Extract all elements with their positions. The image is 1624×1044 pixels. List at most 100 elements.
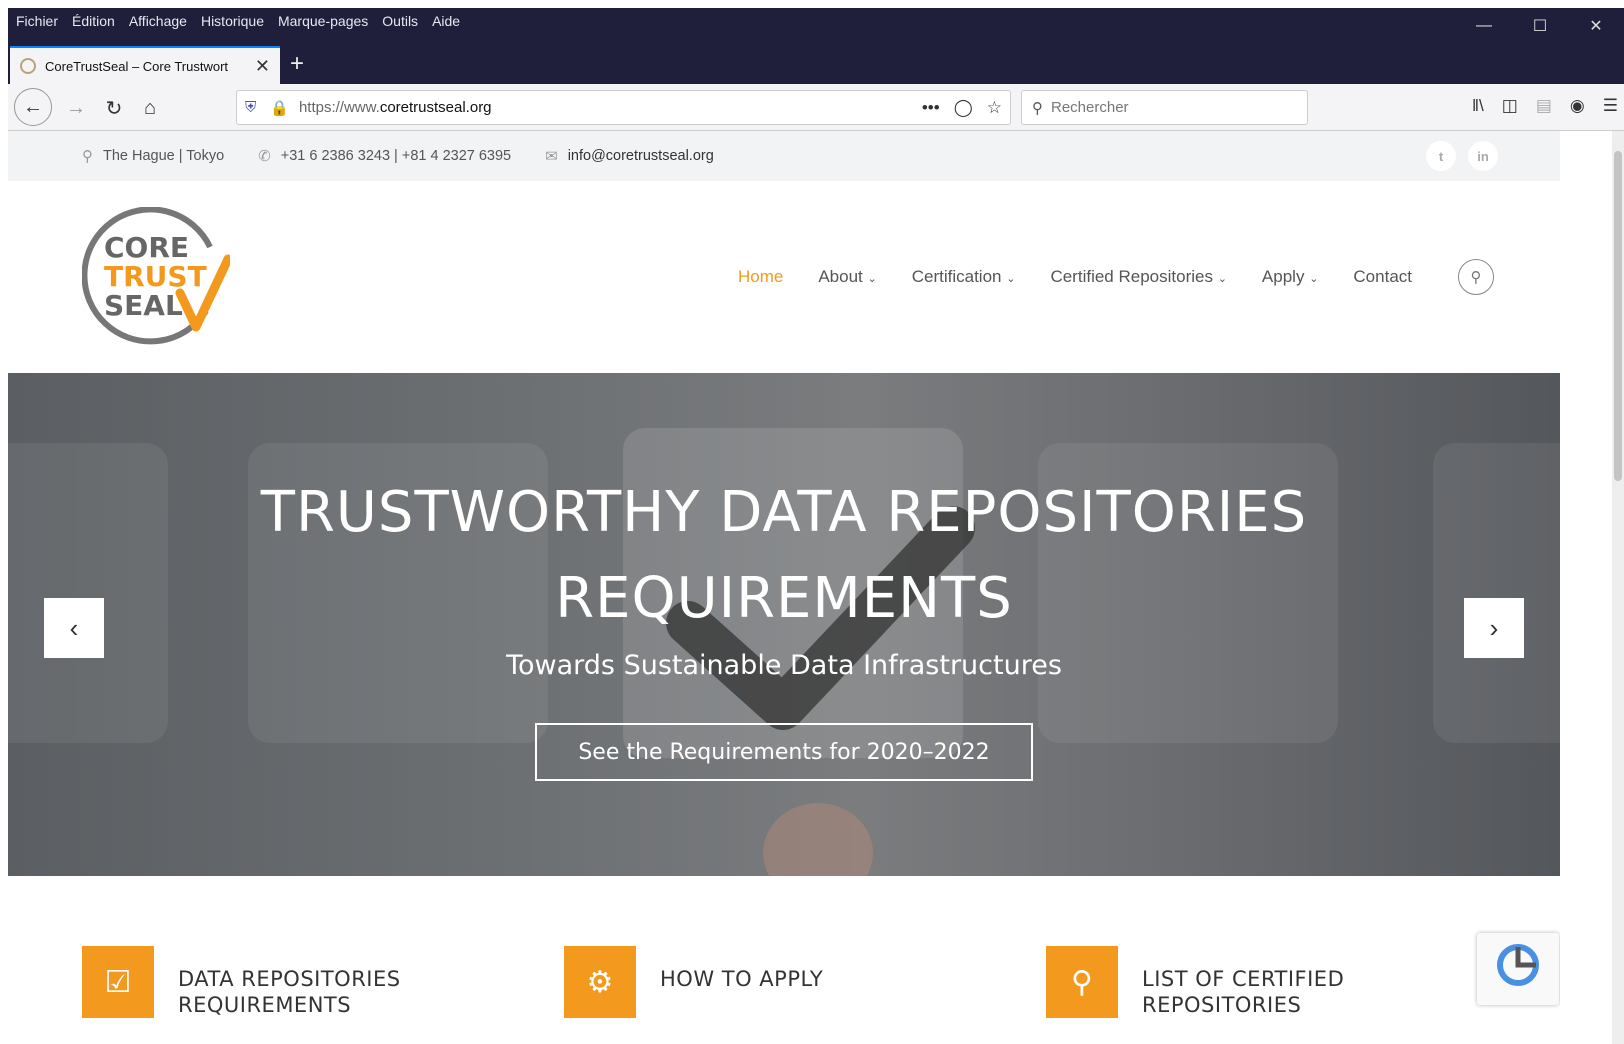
checkbox-icon: ☑ xyxy=(82,946,154,1018)
feature-title: LIST OF CERTIFIED REPOSITORIES xyxy=(1142,966,1402,1018)
browser-window: Fichier Édition Affichage Historique Mar… xyxy=(8,8,1624,1044)
chevron-down-icon: ⌄ xyxy=(1006,273,1016,285)
social-links: t in xyxy=(1426,141,1498,171)
back-arrow-icon[interactable]: ← xyxy=(14,88,52,126)
slider-next-button[interactable]: › xyxy=(1464,598,1524,658)
twitter-icon[interactable]: t xyxy=(1426,141,1456,171)
page-scrollbar[interactable] xyxy=(1612,131,1624,1044)
chevron-down-icon: ⌄ xyxy=(1309,273,1319,285)
account-icon[interactable]: ◉ xyxy=(1570,96,1585,116)
browser-search-bar[interactable]: ⚲ Rechercher xyxy=(1021,90,1308,125)
url-domain: coretrustseal.org xyxy=(379,99,492,116)
chevron-down-icon: ⌄ xyxy=(1217,273,1227,285)
feature-how-to-apply[interactable]: ⚙ HOW TO APPLY xyxy=(564,946,920,1018)
phone-icon: ✆ xyxy=(258,148,271,165)
browser-search-placeholder: Rechercher xyxy=(1051,99,1129,116)
hero-slider: TRUSTWORTHY DATA REPOSITORIES REQUIREMEN… xyxy=(8,373,1560,876)
menu-marque-pages[interactable]: Marque-pages xyxy=(278,13,368,29)
browser-titlebar: Fichier Édition Affichage Historique Mar… xyxy=(8,8,1624,84)
menu-edition[interactable]: Édition xyxy=(72,13,115,29)
map-pin-icon: ⚲ xyxy=(1046,946,1118,1018)
email-text[interactable]: info@coretrustseal.org xyxy=(568,148,714,164)
coretrustseal-logo[interactable]: CORE TRUST SEAL xyxy=(82,207,230,347)
close-window-icon[interactable]: ✕ xyxy=(1568,8,1624,44)
feature-title: DATA REPOSITORIES REQUIREMENTS xyxy=(178,966,438,1018)
pocket-icon[interactable]: ◯ xyxy=(954,98,973,118)
lock-icon[interactable]: 🔒 xyxy=(270,99,289,117)
features-row: ☑ DATA REPOSITORIES REQUIREMENTS ⚙ HOW T… xyxy=(82,946,1502,1044)
nav-certified-repositories-label: Certified Repositories xyxy=(1050,267,1213,286)
menu-fichier[interactable]: Fichier xyxy=(16,13,58,29)
new-tab-icon[interactable]: + xyxy=(290,50,304,78)
feature-title-line1: DATA REPOSITORIES xyxy=(178,967,401,991)
minimize-icon[interactable]: — xyxy=(1456,8,1512,44)
location-text: The Hague | Tokyo xyxy=(103,148,225,164)
menu-affichage[interactable]: Affichage xyxy=(129,13,187,29)
menu-bar: Fichier Édition Affichage Historique Mar… xyxy=(16,13,460,29)
web-page: ⚲ The Hague | Tokyo ✆ +31 6 2386 3243 | … xyxy=(8,131,1560,1044)
feature-title-line2: REQUIREMENTS xyxy=(178,993,352,1017)
linkedin-icon[interactable]: in xyxy=(1468,141,1498,171)
forward-arrow-icon[interactable]: → xyxy=(60,92,92,124)
location-info: ⚲ The Hague | Tokyo xyxy=(82,147,224,165)
nav-about-label: About xyxy=(818,267,863,286)
window-controls: — ☐ ✕ xyxy=(1456,8,1624,44)
site-header: CORE TRUST SEAL Home About ⌄ Certificati… xyxy=(8,181,1560,373)
url-prefix: https://www. xyxy=(298,99,380,116)
feature-title-line2: REPOSITORIES xyxy=(1142,993,1302,1017)
feature-title-line1: LIST OF CERTIFIED xyxy=(1142,967,1345,991)
menu-historique[interactable]: Historique xyxy=(201,13,264,29)
hero-title-line1: TRUSTWORTHY DATA REPOSITORIES xyxy=(260,480,1308,545)
phone-text: +31 6 2386 3243 | +81 4 2327 6395 xyxy=(280,148,512,164)
shield-icon[interactable]: ⛨ xyxy=(245,99,256,116)
chevron-down-icon: ⌄ xyxy=(867,273,877,285)
bookmark-star-icon[interactable]: ☆ xyxy=(987,98,1002,118)
recaptcha-badge[interactable] xyxy=(1477,933,1559,1005)
nav-apply[interactable]: Apply ⌄ xyxy=(1262,267,1318,287)
main-navigation: Home About ⌄ Certification ⌄ Certified R… xyxy=(738,267,1412,287)
slider-prev-button[interactable]: ‹ xyxy=(44,598,104,658)
sidebar-icon[interactable]: ◫ xyxy=(1502,96,1518,116)
feature-title-line1: HOW TO APPLY xyxy=(660,967,824,991)
nav-about[interactable]: About ⌄ xyxy=(818,267,876,287)
envelope-icon: ✉ xyxy=(545,148,558,165)
menu-aide[interactable]: Aide xyxy=(432,13,460,29)
hamburger-menu-icon[interactable]: ☰ xyxy=(1603,96,1618,116)
chevron-left-icon: ‹ xyxy=(69,612,79,643)
library-icon[interactable]: ‖\ xyxy=(1472,96,1484,116)
scrollbar-thumb[interactable] xyxy=(1614,151,1622,481)
site-search-icon[interactable]: ⚲ xyxy=(1458,259,1494,295)
see-requirements-button[interactable]: See the Requirements for 2020–2022 xyxy=(535,723,1033,781)
phone-info: ✆ +31 6 2386 3243 | +81 4 2327 6395 xyxy=(258,147,511,165)
tab-title: CoreTrustSeal – Core Trustwort xyxy=(45,58,229,74)
nav-home[interactable]: Home xyxy=(738,267,783,287)
maximize-icon[interactable]: ☐ xyxy=(1512,8,1568,44)
feature-certified-list[interactable]: ⚲ LIST OF CERTIFIED REPOSITORIES xyxy=(1046,946,1402,1018)
recaptcha-icon xyxy=(1497,944,1539,986)
nav-apply-label: Apply xyxy=(1261,267,1305,286)
more-actions-icon[interactable]: ••• xyxy=(922,98,940,118)
feature-data-repositories[interactable]: ☑ DATA REPOSITORIES REQUIREMENTS xyxy=(82,946,438,1018)
email-info[interactable]: ✉ info@coretrustseal.org xyxy=(545,147,714,165)
search-icon: ⚲ xyxy=(1032,99,1043,117)
gears-icon: ⚙ xyxy=(564,946,636,1018)
nav-certification[interactable]: Certification ⌄ xyxy=(912,267,1016,287)
nav-contact[interactable]: Contact xyxy=(1353,267,1412,287)
hero-title: TRUSTWORTHY DATA REPOSITORIES REQUIREMEN… xyxy=(8,470,1560,642)
home-icon[interactable]: ⌂ xyxy=(134,92,166,124)
hero-subtitle: Towards Sustainable Data Infrastructures xyxy=(506,650,1062,681)
logo-text-seal: SEAL xyxy=(104,289,183,322)
chevron-right-icon: › xyxy=(1489,612,1499,643)
url-bar[interactable]: ⛨ 🔒 https://www. coretrustseal.org ••• ◯ … xyxy=(236,90,1011,125)
favicon-icon xyxy=(20,58,36,74)
reload-icon[interactable]: ↻ xyxy=(98,92,130,124)
hero-title-line2: REQUIREMENTS xyxy=(555,566,1013,631)
reader-view-icon[interactable]: ▤ xyxy=(1536,96,1552,116)
toolbar-right: ‖\ ◫ ▤ ◉ ☰ xyxy=(1472,96,1624,116)
browser-tab-active[interactable]: CoreTrustSeal – Core Trustwort ✕ xyxy=(10,46,280,84)
close-tab-icon[interactable]: ✕ xyxy=(255,56,270,77)
feature-title: HOW TO APPLY xyxy=(660,966,920,1018)
map-marker-icon: ⚲ xyxy=(82,148,93,165)
menu-outils[interactable]: Outils xyxy=(382,13,418,29)
nav-certified-repositories[interactable]: Certified Repositories ⌄ xyxy=(1050,267,1226,287)
